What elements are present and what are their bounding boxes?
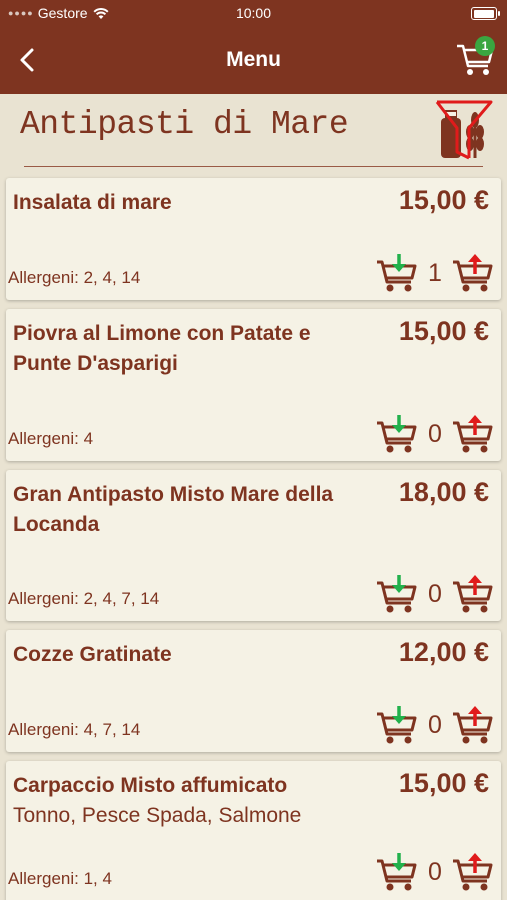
menu-item-card[interactable]: Gran Antipasto Misto Mare della Locanda … <box>6 470 501 621</box>
battery-level <box>473 9 494 18</box>
nav-bar: Menu 1 <box>0 27 507 94</box>
cart-remove-icon[interactable] <box>375 704 419 746</box>
item-allergens: Allergeni: 1, 4 <box>8 869 112 888</box>
item-quantity: 0 <box>428 710 442 739</box>
cart-button[interactable]: 1 <box>455 36 497 78</box>
menu-item-card[interactable]: Piovra al Limone con Patate e Punte D'as… <box>6 309 501 461</box>
cart-remove-icon[interactable] <box>375 413 419 455</box>
item-quantity: 1 <box>428 258 442 287</box>
item-allergens: Allergeni: 4, 7, 14 <box>8 720 141 739</box>
quantity-stepper: 0 <box>375 413 495 455</box>
section-title: Antipasti di Mare <box>20 106 349 143</box>
cart-add-icon[interactable] <box>451 851 495 893</box>
cart-add-icon[interactable] <box>451 413 495 455</box>
status-bar: ●●●● Gestore 10:00 <box>0 0 507 27</box>
page-title: Menu <box>226 48 281 71</box>
quantity-stepper: 1 <box>375 252 495 294</box>
status-time: 10:00 <box>235 5 272 21</box>
item-name: Cozze Gratinate <box>13 643 172 666</box>
allergen-filter-icon[interactable] <box>433 98 495 162</box>
item-quantity: 0 <box>428 419 442 448</box>
menu-item-card[interactable]: Insalata di mare 15,00 € Allergeni: 2, 4… <box>6 178 501 300</box>
menu-item-card[interactable]: Cozze Gratinate 12,00 € Allergeni: 4, 7,… <box>6 630 501 752</box>
item-name: Carpaccio Misto affumicato Tonno, Pesce … <box>13 771 358 831</box>
item-price: 18,00 € <box>398 477 489 507</box>
item-price: 15,00 € <box>398 185 489 215</box>
item-allergens: Allergeni: 2, 4, 14 <box>8 268 141 287</box>
item-description: Tonno, Pesce Spada, Salmone <box>13 804 302 827</box>
item-price: 15,00 € <box>398 316 489 346</box>
item-name: Piovra al Limone con Patate e Punte D'as… <box>13 322 311 375</box>
cart-remove-icon[interactable] <box>375 573 419 615</box>
cart-add-icon[interactable] <box>451 252 495 294</box>
item-allergens: Allergeni: 4 <box>8 429 94 448</box>
item-price: 15,00 € <box>398 768 489 798</box>
item-price: 12,00 € <box>398 637 489 667</box>
cart-add-icon[interactable] <box>451 573 495 615</box>
cart-remove-icon[interactable] <box>375 252 419 294</box>
quantity-stepper: 0 <box>375 573 495 615</box>
item-quantity: 0 <box>428 579 442 608</box>
item-quantity: 0 <box>428 857 442 886</box>
quantity-stepper: 0 <box>375 704 495 746</box>
cart-remove-icon[interactable] <box>375 851 419 893</box>
cart-count-badge: 1 <box>475 36 495 56</box>
item-name: Gran Antipasto Misto Mare della Locanda <box>13 483 334 536</box>
cart-add-icon[interactable] <box>451 704 495 746</box>
section-header: Antipasti di Mare <box>0 94 507 178</box>
section-divider <box>24 166 483 167</box>
item-allergens: Allergeni: 2, 4, 7, 14 <box>8 589 160 608</box>
quantity-stepper: 0 <box>375 851 495 893</box>
battery-icon <box>471 7 500 20</box>
menu-item-card[interactable]: Carpaccio Misto affumicato Tonno, Pesce … <box>6 761 501 900</box>
item-name: Insalata di mare <box>13 191 172 214</box>
